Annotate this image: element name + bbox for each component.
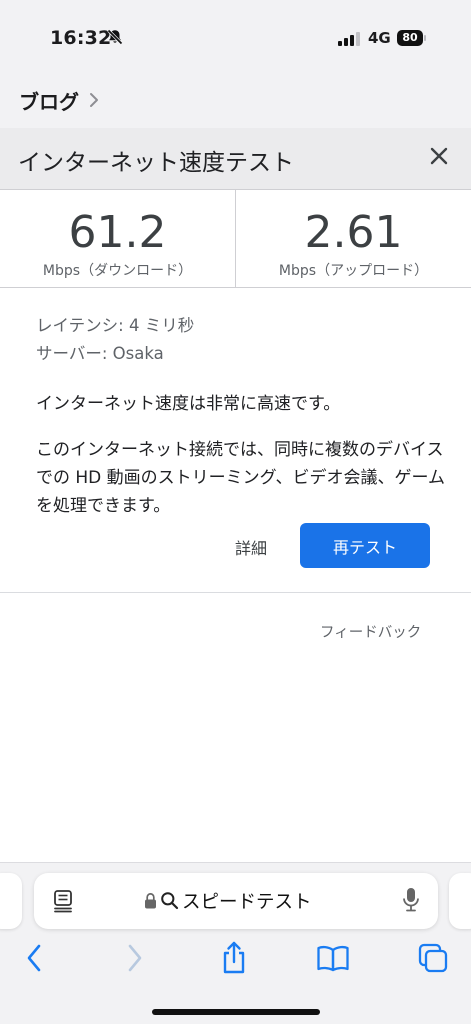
share-button[interactable] <box>214 940 254 976</box>
latency-text: レイテンシ: 4 ミリ秒 <box>36 316 195 335</box>
status-bar: 16:32 4G 80 <box>0 0 471 66</box>
next-tab-preview[interactable] <box>449 873 471 929</box>
breadcrumb[interactable]: ブログ <box>0 66 471 128</box>
microphone-icon[interactable] <box>402 887 420 913</box>
summary-text: インターネット速度は非常に高速です。 <box>36 394 341 414</box>
signal-icon <box>338 32 360 46</box>
upload-value: 2.61 <box>304 207 403 258</box>
back-icon <box>27 944 41 972</box>
forward-button[interactable] <box>115 940 155 976</box>
network-type: 4G <box>368 29 391 47</box>
bell-slash-icon <box>107 29 123 45</box>
forward-icon <box>128 944 142 972</box>
tabs-icon <box>418 943 448 973</box>
details-button[interactable]: 詳細 <box>235 535 267 559</box>
retest-button[interactable]: 再テスト <box>300 523 430 568</box>
close-button[interactable] <box>424 141 454 171</box>
search-icon <box>161 892 179 910</box>
home-indicator <box>152 1009 320 1015</box>
download-unit: Mbps（ダウンロード） <box>42 263 193 279</box>
download-value: 61.2 <box>68 207 167 258</box>
speed-results: 61.2 Mbps（ダウンロード） 2.61 Mbps（アップロード） <box>0 190 471 288</box>
close-icon <box>430 147 448 165</box>
reader-mode-icon[interactable] <box>52 889 74 913</box>
retest-label: 再テスト <box>332 537 397 557</box>
share-icon <box>223 941 245 974</box>
battery-level: 80 <box>402 31 418 44</box>
upload-unit: Mbps（アップロード） <box>278 263 429 279</box>
status-time: 16:32 <box>50 27 112 49</box>
download-result: 61.2 Mbps（ダウンロード） <box>0 190 235 288</box>
lock-icon <box>145 893 156 909</box>
bookmarks-icon <box>317 945 349 972</box>
description-text: このインターネット接続では、同時に複数のデバイスでの HD 動画のストリーミング… <box>36 440 445 516</box>
server-text: サーバー: Osaka <box>36 344 164 363</box>
tabs-button[interactable] <box>413 940 453 976</box>
address-text[interactable]: スピードテスト <box>182 888 312 914</box>
chevron-right-icon <box>90 93 98 107</box>
page-title: インターネット速度テスト <box>18 150 294 176</box>
back-button[interactable] <box>14 940 54 976</box>
upload-result: 2.61 Mbps（アップロード） <box>236 190 471 288</box>
battery-icon: 80 <box>397 30 426 46</box>
bookmarks-button[interactable] <box>313 940 353 976</box>
result-details: レイテンシ: 4 ミリ秒 サーバー: Osaka インターネット速度は非常に高速… <box>36 312 446 520</box>
feedback-link[interactable]: フィードバック <box>320 621 421 642</box>
breadcrumb-label[interactable]: ブログ <box>19 86 79 115</box>
previous-tab-preview[interactable] <box>0 873 22 929</box>
divider <box>0 592 471 593</box>
speed-test-header: インターネット速度テスト <box>0 128 471 190</box>
